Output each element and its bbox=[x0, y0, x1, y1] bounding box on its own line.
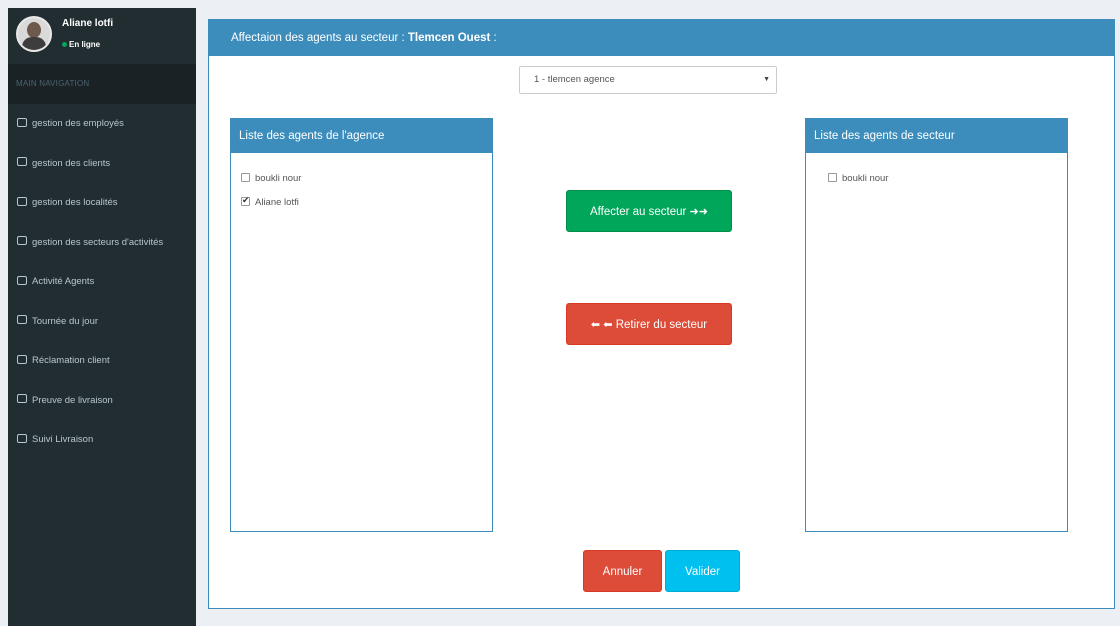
sidebar-item-suivi-livraison[interactable]: Suivi Livraison bbox=[8, 420, 196, 460]
list-item[interactable]: boukli nour bbox=[828, 167, 1067, 191]
list-item[interactable]: Aliane lotfi bbox=[241, 191, 492, 215]
sidebar-item-reclamation[interactable]: Réclamation client bbox=[8, 341, 196, 381]
agent-name: boukli nour bbox=[842, 173, 889, 184]
menu-item-icon bbox=[17, 433, 27, 443]
agency-agents-panel-title: Liste des agents de l'agence bbox=[231, 119, 492, 153]
nav-header: MAIN NAVIGATION bbox=[8, 64, 196, 104]
validate-button[interactable]: Valider bbox=[665, 550, 740, 592]
sector-agents-panel: Liste des agents de secteur boukli nour bbox=[805, 118, 1068, 532]
sidebar-item-label: Activité Agents bbox=[32, 276, 95, 287]
sidebar-item-localites[interactable]: gestion des localités bbox=[8, 183, 196, 223]
cancel-button[interactable]: Annuler bbox=[583, 550, 662, 592]
sidebar-item-clients[interactable]: gestion des clients bbox=[8, 144, 196, 184]
assign-button-label: Affecter au secteur bbox=[590, 206, 687, 218]
caret-down-icon: ▼ bbox=[763, 76, 770, 83]
sidebar-item-secteurs[interactable]: gestion des secteurs d'activités bbox=[8, 223, 196, 263]
remove-button-label: Retirer du secteur bbox=[615, 319, 708, 331]
sidebar-item-activite-agents[interactable]: Activité Agents bbox=[8, 262, 196, 302]
list-item[interactable]: boukli nour bbox=[241, 167, 492, 191]
sidebar-item-label: Suivi Livraison bbox=[32, 434, 94, 445]
sidebar-item-label: Preuve de livraison bbox=[32, 394, 113, 406]
menu-item-icon bbox=[17, 394, 27, 404]
user-panel: Aliane lotfi En ligne bbox=[8, 8, 196, 64]
agency-agents-panel: Liste des agents de l'agence boukli nour… bbox=[230, 118, 493, 532]
arrow-left-icon: ⬅ bbox=[590, 319, 601, 331]
online-status-dot-icon bbox=[62, 42, 67, 48]
agency-select[interactable]: 1 - tlemcen agence ▼ bbox=[519, 66, 777, 94]
sidebar-item-preuve-livraison[interactable]: Preuve de livraison bbox=[8, 381, 196, 421]
user-status: En ligne bbox=[62, 40, 100, 49]
page-title: Affectaion des agents au secteur : bbox=[231, 32, 408, 44]
menu-item-icon bbox=[17, 354, 27, 364]
agency-agents-list: boukli nour Aliane lotfi bbox=[231, 153, 492, 215]
user-name: Aliane lotfi bbox=[62, 18, 114, 29]
agent-checkbox[interactable] bbox=[828, 172, 837, 182]
sidebar-menu: gestion des employés gestion des clients… bbox=[8, 104, 196, 460]
menu-item-icon bbox=[17, 275, 27, 285]
avatar bbox=[16, 16, 52, 52]
agent-checkbox[interactable] bbox=[241, 193, 250, 207]
agent-name: Aliane lotfi bbox=[255, 197, 299, 208]
menu-item-icon bbox=[17, 157, 27, 167]
arrow-left-icon: ⬅ bbox=[603, 319, 613, 331]
sidebar-item-label: gestion des localités bbox=[32, 197, 118, 208]
agent-name: boukli nour bbox=[255, 173, 302, 184]
sidebar-item-label: Réclamation client bbox=[32, 355, 110, 366]
assignment-box: Affectaion des agents au secteur : Tlemc… bbox=[208, 19, 1115, 609]
sector-agents-list: boukli nour bbox=[806, 153, 1067, 191]
agent-checkbox[interactable] bbox=[241, 172, 250, 182]
assign-to-sector-button[interactable]: Affecter au secteur ➜➜ bbox=[566, 190, 732, 232]
arrow-right-icon: ➜ bbox=[698, 206, 708, 218]
sidebar-item-tournee[interactable]: Tournée du jour bbox=[8, 302, 196, 342]
menu-item-icon bbox=[17, 236, 27, 246]
menu-item-icon bbox=[17, 196, 27, 206]
page-title-suffix: : bbox=[490, 32, 497, 44]
sidebar-item-label: gestion des employés bbox=[32, 118, 124, 129]
arrow-right-icon: ➜ bbox=[689, 206, 699, 218]
agency-select-value: 1 - tlemcen agence bbox=[534, 74, 615, 85]
box-header: Affectaion des agents au secteur : Tlemc… bbox=[209, 20, 1114, 56]
sidebar-item-employes[interactable]: gestion des employés bbox=[8, 104, 196, 144]
user-status-label: En ligne bbox=[69, 40, 101, 49]
menu-item-icon bbox=[17, 117, 27, 127]
sidebar: Aliane lotfi En ligne MAIN NAVIGATION ge… bbox=[8, 8, 196, 626]
remove-from-sector-button[interactable]: ⬅ ⬅ Retirer du secteur bbox=[566, 303, 732, 345]
sidebar-item-label: gestion des secteurs d'activités bbox=[32, 236, 164, 248]
sidebar-item-label: Tournée du jour bbox=[32, 315, 99, 327]
sidebar-item-label: gestion des clients bbox=[32, 157, 111, 169]
sector-agents-panel-title: Liste des agents de secteur bbox=[806, 119, 1067, 153]
sector-name: Tlemcen Ouest bbox=[407, 32, 491, 44]
menu-item-icon bbox=[17, 315, 27, 325]
